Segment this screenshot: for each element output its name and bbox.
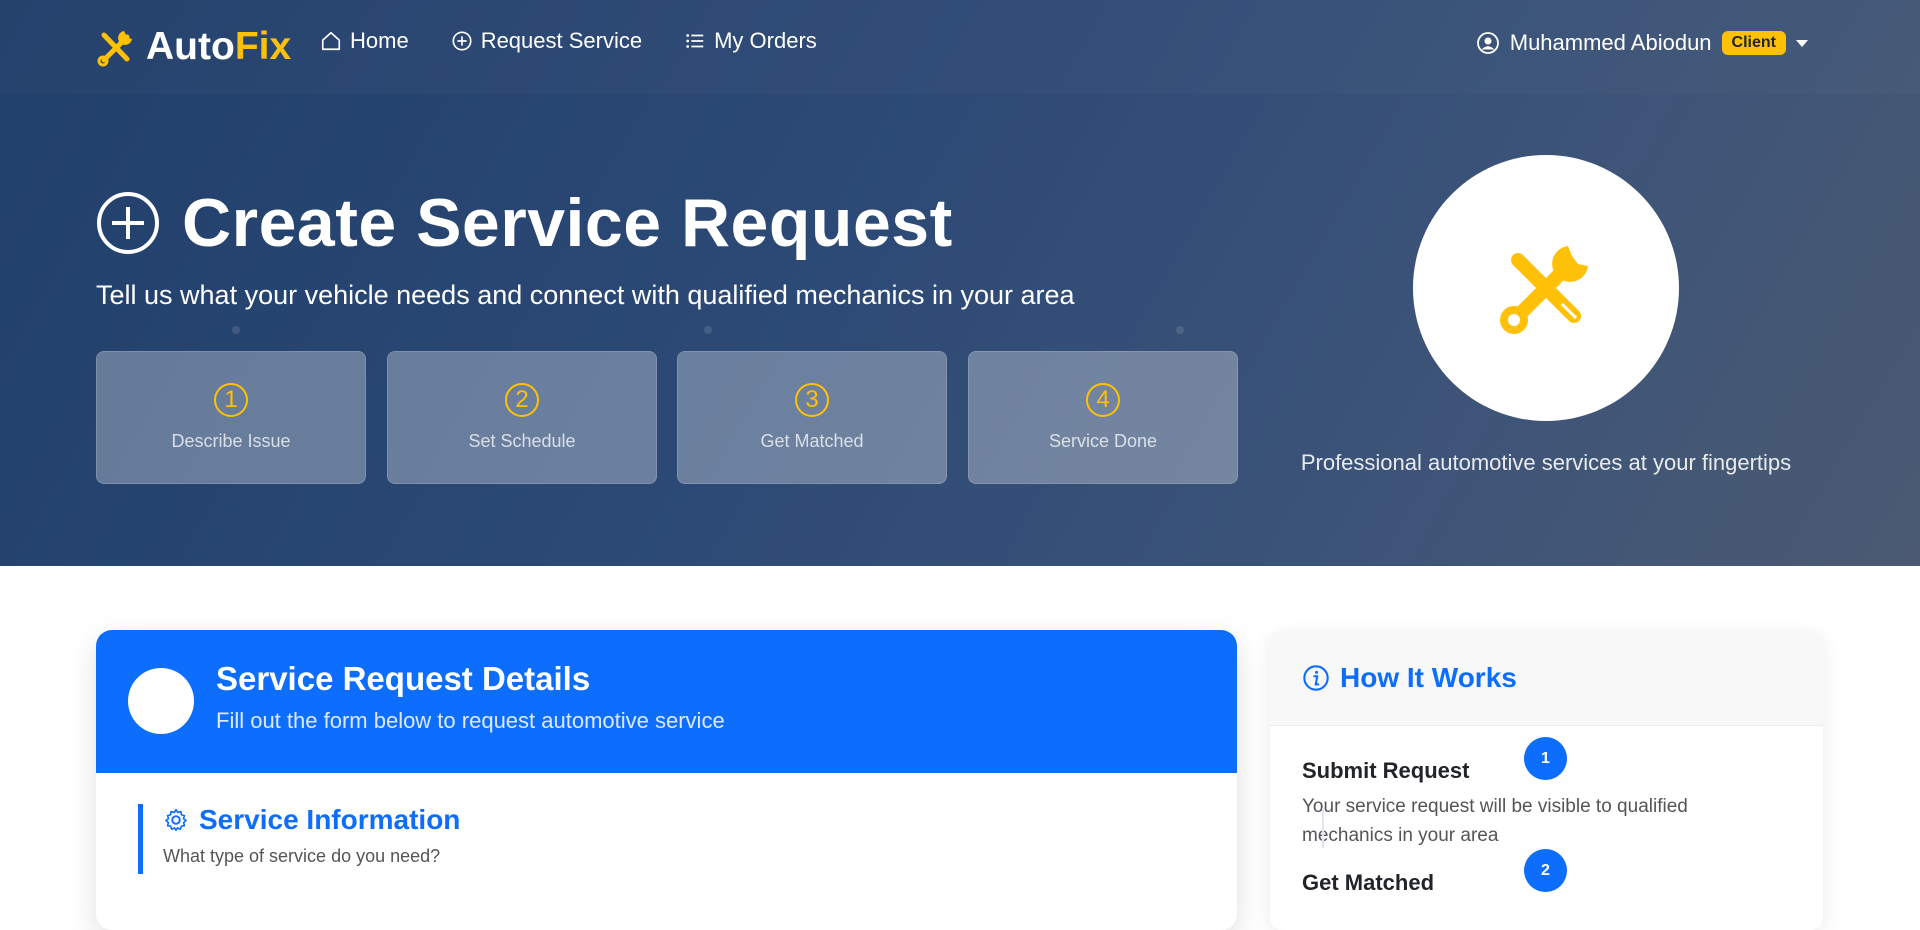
step-label: Service Done <box>1048 431 1158 451</box>
navbar: AutoFix Home Request Service My Orders M… <box>0 0 1920 94</box>
section-title: Service Information <box>163 804 460 836</box>
page-title: Create Service Request <box>182 185 953 261</box>
service-information-section: Service Information What type of service… <box>138 804 460 874</box>
user-name: Muhammed Abiodun <box>1509 30 1712 55</box>
how-it-works-header: How It Works <box>1270 630 1823 726</box>
nav-my-orders-label: My Orders <box>714 28 817 53</box>
hero-illustration <box>1413 155 1679 421</box>
how-step-title: Get Matched <box>1302 870 1435 895</box>
section-title-text: Service Information <box>199 804 461 835</box>
how-it-works-title: How It Works <box>1340 661 1517 693</box>
nav-my-orders-link[interactable]: My Orders <box>684 28 817 54</box>
step-label: Set Schedule <box>468 431 576 451</box>
progress-step-2: 2 Set Schedule <box>387 351 657 484</box>
list-icon <box>686 34 704 48</box>
decorative-dot <box>1176 326 1184 334</box>
nav-request-service-link[interactable]: Request Service <box>451 28 642 54</box>
how-it-works-card: How It Works 1 Submit Request Your servi… <box>1270 630 1823 930</box>
card-header: Service Request Details Fill out the for… <box>96 630 1237 773</box>
card-subtitle: Fill out the form below to request autom… <box>216 708 725 733</box>
progress-step-1: 1 Describe Issue <box>96 351 366 484</box>
plus-circle-icon <box>97 192 159 254</box>
nav-home-link[interactable]: Home <box>320 28 409 54</box>
nav-home-label: Home <box>350 28 409 53</box>
user-circle-icon <box>1476 32 1499 54</box>
card-avatar <box>128 668 194 734</box>
step-number: 3 <box>795 383 829 417</box>
how-step-title: Submit Request <box>1302 758 1470 783</box>
step-label: Describe Issue <box>171 431 291 451</box>
home-icon <box>321 31 341 51</box>
how-step-1: Submit Request Your service request will… <box>1302 758 1742 850</box>
step-number: 2 <box>505 383 539 417</box>
progress-step-3: 3 Get Matched <box>677 351 947 484</box>
plus-circle-icon <box>452 31 472 51</box>
step-number: 1 <box>214 383 248 417</box>
step-number: 4 <box>1086 383 1120 417</box>
page-title-row: Create Service Request <box>96 184 953 262</box>
tools-icon <box>1500 246 1588 334</box>
timeline-line <box>1322 808 1324 848</box>
brand-text-fix: Fix <box>234 25 292 68</box>
step-label: Get Matched <box>760 431 864 451</box>
role-badge: Client <box>1721 31 1786 55</box>
tools-icon <box>97 31 132 67</box>
card-title: Service Request Details <box>216 660 591 697</box>
brand-logo[interactable]: AutoFix <box>96 24 291 70</box>
how-step-description: Your service request will be visible to … <box>1302 796 1688 846</box>
chevron-down-icon[interactable] <box>1796 39 1808 47</box>
brand-text-auto: Auto <box>146 25 235 68</box>
hero-section: AutoFix Home Request Service My Orders M… <box>0 0 1920 566</box>
how-step-2: Get Matched <box>1302 870 1742 896</box>
progress-step-4: 4 Service Done <box>968 351 1238 484</box>
gear-icon <box>165 808 187 832</box>
page-subtitle: Tell us what your vehicle needs and conn… <box>96 280 1075 310</box>
section-subtitle: What type of service do you need? <box>163 846 441 866</box>
hero-tagline: Professional automotive services at your… <box>1300 450 1792 475</box>
nav-links: Home Request Service My Orders <box>320 28 817 54</box>
service-request-card: Service Request Details Fill out the for… <box>96 630 1237 930</box>
info-icon <box>1303 664 1329 691</box>
user-menu[interactable]: Muhammed Abiodun Client <box>1476 30 1808 56</box>
decorative-dot <box>704 326 712 334</box>
decorative-dot <box>232 326 240 334</box>
nav-request-service-label: Request Service <box>480 28 643 53</box>
